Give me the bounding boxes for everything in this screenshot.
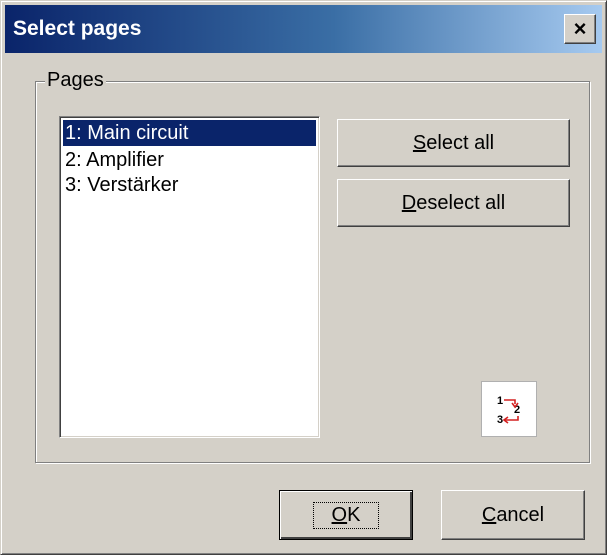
ok-label: OK bbox=[312, 501, 380, 529]
select-pages-dialog: Select pages × Pages 1: Main circuit 2: … bbox=[0, 0, 607, 555]
list-item-page-3[interactable]: 3: Verstärker bbox=[63, 172, 316, 198]
pages-listbox[interactable]: 1: Main circuit 2: Amplifier 3: Verstärk… bbox=[59, 116, 320, 438]
page-order-digit-3: 3 bbox=[497, 414, 503, 426]
page-order-button[interactable]: 1 2 3 bbox=[481, 381, 537, 437]
close-icon: × bbox=[573, 16, 587, 41]
select-all-label: Select all bbox=[412, 131, 495, 154]
ok-button[interactable]: OK bbox=[279, 490, 413, 540]
close-button[interactable]: × bbox=[564, 14, 596, 44]
deselect-all-button[interactable]: Deselect all bbox=[337, 179, 570, 227]
pages-group-legend: Pages bbox=[45, 69, 106, 92]
cancel-button[interactable]: Cancel bbox=[441, 490, 585, 540]
select-all-button[interactable]: Select all bbox=[337, 119, 570, 167]
deselect-all-label: Deselect all bbox=[401, 191, 506, 214]
cancel-label: Cancel bbox=[481, 503, 545, 526]
title-bar[interactable]: Select pages × bbox=[5, 5, 602, 53]
page-order-icon: 1 2 3 bbox=[497, 395, 520, 426]
page-order-digit-1: 1 bbox=[497, 395, 503, 407]
list-item-page-2[interactable]: 2: Amplifier bbox=[63, 147, 316, 173]
list-item-page-1[interactable]: 1: Main circuit bbox=[63, 120, 316, 146]
dialog-title: Select pages bbox=[13, 17, 142, 40]
